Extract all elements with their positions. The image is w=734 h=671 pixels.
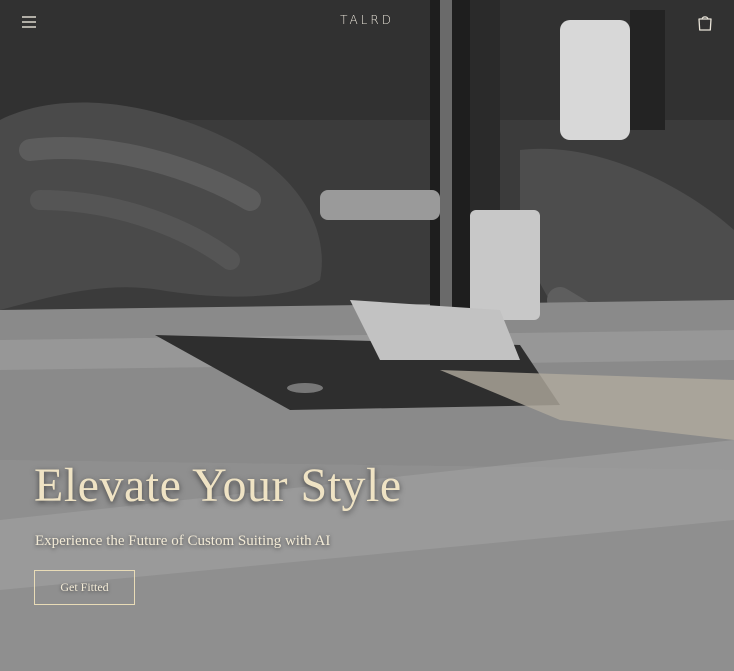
get-fitted-button[interactable]: Get Fitted bbox=[34, 570, 135, 605]
brand-logo[interactable]: TALRD bbox=[0, 13, 734, 27]
hero-headline: Elevate Your Style bbox=[34, 459, 402, 512]
top-navigation-bar: TALRD bbox=[0, 0, 734, 44]
cart-button[interactable] bbox=[694, 11, 716, 33]
shopping-bag-icon bbox=[698, 15, 712, 31]
hero-subheadline: Experience the Future of Custom Suiting … bbox=[35, 533, 331, 549]
